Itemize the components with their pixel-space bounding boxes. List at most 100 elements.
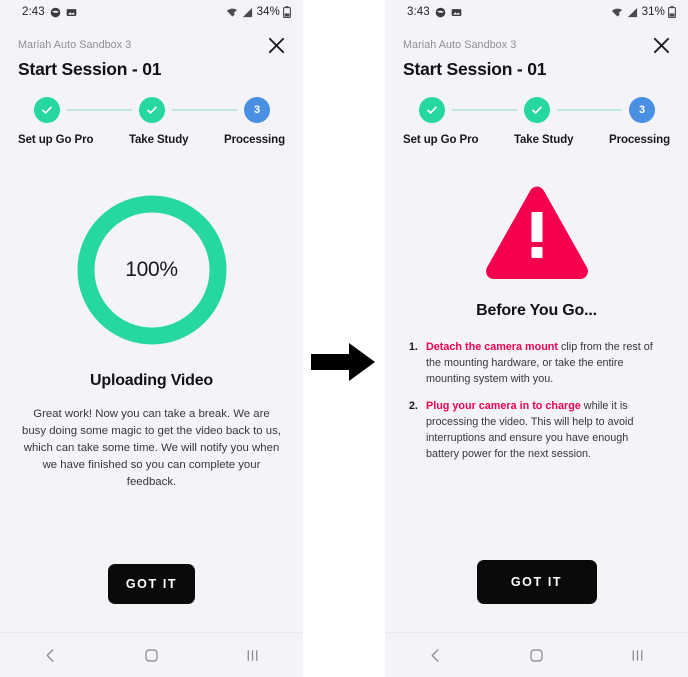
list-item-number: 1. [409,341,418,353]
warning-illustration [483,184,591,280]
nav-back-button[interactable] [25,638,77,672]
step-label-take-study: Take Study [513,134,574,146]
close-icon [653,37,669,53]
status-bar-right-group: 34% [226,6,291,18]
close-button[interactable] [261,30,291,60]
back-icon [431,648,439,662]
phone-screen-before-you-go: 3:43 31% Mariah Auto Sandbox 3 Start Ses… [385,0,688,677]
step-label-setup: Set up Go Pro [403,134,479,146]
uploading-body-text: Great work! Now you can take a break. We… [22,408,281,488]
warning-triangle-icon [485,186,588,279]
status-bar-right: 3:43 31% [385,0,688,24]
nav-home-button[interactable] [126,638,178,672]
system-nav-bar-left [0,632,303,677]
right-arrow-icon [311,343,375,381]
signal-icon [242,7,253,18]
close-icon [268,37,284,53]
got-it-button[interactable]: GOT IT [476,560,597,604]
transition-gutter [303,0,385,677]
list-item-text: Plug your camera in to charge while it i… [426,398,664,462]
system-nav-bar-right [385,632,688,677]
stepper-labels: Set up Go Pro Take Study Processing [16,134,287,146]
stepper-markers: 3 [16,97,287,123]
status-bar-left-group: 3:43 [407,6,462,18]
step-connector-2 [172,109,237,111]
content-left: 100% Uploading Video Great work! Now you… [0,146,303,564]
close-button[interactable] [646,30,676,60]
instruction-list: 1. Detach the camera mount clip from the… [405,339,668,473]
battery-icon [283,6,291,18]
step-2-marker[interactable] [139,97,165,123]
nav-home-button[interactable] [511,638,563,672]
page-title: Start Session - 01 [18,59,162,79]
nav-recents-button[interactable] [227,638,279,672]
step-connector-1 [452,109,517,111]
status-bar-left-group: 2:43 [22,6,77,18]
back-icon [46,648,54,662]
header-left: Mariah Auto Sandbox 3 Start Session - 01 [0,24,303,80]
transition-arrow [308,340,378,384]
screenshot-canvas: 2:43 34% Mariah Auto Sandbox 3 Start Ses… [0,0,688,677]
status-time: 2:43 [22,6,45,18]
gallery-icon [451,7,462,18]
page-title: Start Session - 01 [403,59,547,79]
content-right: Before You Go... 1. Detach the camera mo… [385,146,688,560]
list-item: 1. Detach the camera mount clip from the… [409,339,664,387]
check-icon [42,106,52,114]
camera-icon [435,7,446,18]
project-subtitle: Mariah Auto Sandbox 3 [18,39,132,51]
signal-icon [627,7,638,18]
battery-icon [668,6,676,18]
recents-icon [632,649,643,661]
before-you-go-heading: Before You Go... [476,302,597,319]
status-bar-left: 2:43 34% [0,0,303,24]
check-icon [532,106,542,114]
step-2-marker[interactable] [524,97,550,123]
project-subtitle: Mariah Auto Sandbox 3 [403,39,517,51]
camera-icon [50,7,61,18]
header-right: Mariah Auto Sandbox 3 Start Session - 01 [385,24,688,80]
list-item-text: Detach the camera mount clip from the re… [426,339,664,387]
home-icon [530,648,543,662]
step-1-marker[interactable] [34,97,60,123]
step-label-processing: Processing [609,134,670,146]
got-it-button[interactable]: GOT IT [108,564,195,604]
check-icon [147,106,157,114]
nav-back-button[interactable] [410,638,462,672]
progress-percent-label: 100% [125,258,178,281]
status-bar-right-group: 31% [611,6,676,18]
check-icon [427,106,437,114]
step-connector-1 [67,109,132,111]
list-item-accent: Plug your camera in to charge [426,400,581,412]
wifi-icon [226,7,239,18]
list-item-accent: Detach the camera mount [426,341,558,353]
nav-recents-button[interactable] [612,638,664,672]
battery-percent: 34% [256,6,280,18]
stepper-markers: 3 [401,97,672,123]
step-label-processing: Processing [224,134,285,146]
phone-screen-uploading: 2:43 34% Mariah Auto Sandbox 3 Start Ses… [0,0,303,677]
uploading-heading: Uploading Video [90,372,213,389]
stepper-labels: Set up Go Pro Take Study Processing [401,134,672,146]
recents-icon [247,649,258,661]
step-label-setup: Set up Go Pro [18,134,94,146]
wifi-icon [611,7,624,18]
list-item-number: 2. [409,400,418,412]
step-connector-2 [557,109,622,111]
list-item: 2. Plug your camera in to charge while i… [409,398,664,462]
step-label-take-study: Take Study [128,134,189,146]
step-3-marker[interactable]: 3 [629,97,655,123]
upload-progress-ring: 100% [72,190,232,350]
progress-stepper-right: 3 Set up Go Pro Take Study Processing [385,97,688,146]
button-area-right: GOT IT [385,560,688,632]
step-3-marker[interactable]: 3 [244,97,270,123]
button-area-left: GOT IT [0,564,303,632]
step-1-marker[interactable] [419,97,445,123]
step-3-number: 3 [638,104,646,116]
progress-stepper-left: 3 Set up Go Pro Take Study Processing [0,97,303,146]
battery-percent: 31% [641,6,665,18]
step-3-number: 3 [253,104,261,116]
gallery-icon [66,7,77,18]
status-time: 3:43 [407,6,430,18]
home-icon [145,648,158,662]
